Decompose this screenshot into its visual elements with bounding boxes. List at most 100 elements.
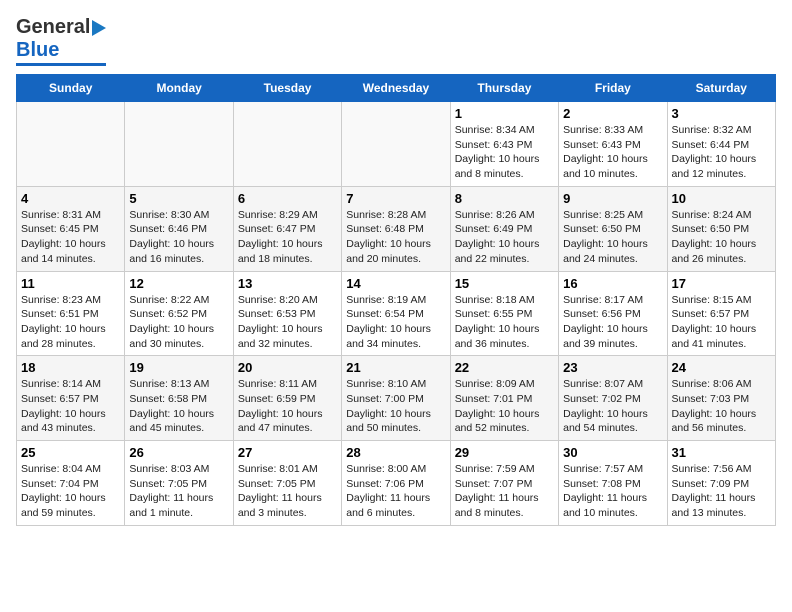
calendar-cell: 15Sunrise: 8:18 AM Sunset: 6:55 PM Dayli… [450,271,558,356]
calendar-week-1: 1 Sunrise: 8:34 AM Sunset: 6:43 PM Daylig… [17,102,776,187]
day-info: Sunrise: 8:00 AM Sunset: 7:06 PM Dayligh… [346,462,445,521]
calendar-cell: 5 Sunrise: 8:30 AM Sunset: 6:46 PM Daylig… [125,186,233,271]
day-info: Sunrise: 8:11 AM Sunset: 6:59 PM Dayligh… [238,377,337,436]
day-number: 8 [455,191,554,206]
day-number: 31 [672,445,771,460]
weekday-saturday: Saturday [667,75,775,102]
day-number: 1 [455,106,554,121]
day-info: Sunrise: 8:19 AM Sunset: 6:54 PM Dayligh… [346,293,445,352]
day-number: 12 [129,276,228,291]
day-number: 28 [346,445,445,460]
calendar-cell: 24Sunrise: 8:06 AM Sunset: 7:03 PM Dayli… [667,356,775,441]
day-info: Sunrise: 8:03 AM Sunset: 7:05 PM Dayligh… [129,462,228,521]
calendar-cell: 1 Sunrise: 8:34 AM Sunset: 6:43 PM Daylig… [450,102,558,187]
weekday-friday: Friday [559,75,667,102]
day-info: Sunrise: 8:34 AM Sunset: 6:43 PM Dayligh… [455,123,554,182]
day-number: 30 [563,445,662,460]
day-info: Sunrise: 8:33 AM Sunset: 6:43 PM Dayligh… [563,123,662,182]
calendar-cell: 17Sunrise: 8:15 AM Sunset: 6:57 PM Dayli… [667,271,775,356]
calendar-table: SundayMondayTuesdayWednesdayThursdayFrid… [16,74,776,526]
day-info: Sunrise: 8:20 AM Sunset: 6:53 PM Dayligh… [238,293,337,352]
calendar-cell: 20 Sunrise: 8:11 AM Sunset: 6:59 PM Dayli… [233,356,341,441]
day-info: Sunrise: 8:23 AM Sunset: 6:51 PM Dayligh… [21,293,120,352]
calendar-cell: 11 Sunrise: 8:23 AM Sunset: 6:51 PM Dayli… [17,271,125,356]
day-number: 4 [21,191,120,206]
day-number: 5 [129,191,228,206]
day-number: 19 [129,360,228,375]
day-number: 21 [346,360,445,375]
day-info: Sunrise: 8:29 AM Sunset: 6:47 PM Dayligh… [238,208,337,267]
day-number: 3 [672,106,771,121]
weekday-sunday: Sunday [17,75,125,102]
calendar-cell: 26 Sunrise: 8:03 AM Sunset: 7:05 PM Dayli… [125,441,233,526]
day-info: Sunrise: 8:26 AM Sunset: 6:49 PM Dayligh… [455,208,554,267]
calendar-cell [342,102,450,187]
day-info: Sunrise: 8:32 AM Sunset: 6:44 PM Dayligh… [672,123,771,182]
day-number: 16 [563,276,662,291]
logo-general: General [16,16,90,39]
calendar-cell [233,102,341,187]
calendar-cell: 31 Sunrise: 7:56 AM Sunset: 7:09 PM Dayli… [667,441,775,526]
day-number: 10 [672,191,771,206]
day-info: Sunrise: 8:01 AM Sunset: 7:05 PM Dayligh… [238,462,337,521]
calendar-cell: 3 Sunrise: 8:32 AM Sunset: 6:44 PM Daylig… [667,102,775,187]
calendar-week-3: 11 Sunrise: 8:23 AM Sunset: 6:51 PM Dayli… [17,271,776,356]
day-info: Sunrise: 8:31 AM Sunset: 6:45 PM Dayligh… [21,208,120,267]
day-number: 20 [238,360,337,375]
day-info: Sunrise: 8:25 AM Sunset: 6:50 PM Dayligh… [563,208,662,267]
calendar-cell: 12 Sunrise: 8:22 AM Sunset: 6:52 PM Dayli… [125,271,233,356]
calendar-cell: 8 Sunrise: 8:26 AM Sunset: 6:49 PM Daylig… [450,186,558,271]
day-info: Sunrise: 8:22 AM Sunset: 6:52 PM Dayligh… [129,293,228,352]
day-info: Sunrise: 8:14 AM Sunset: 6:57 PM Dayligh… [21,377,120,436]
calendar-cell: 23 Sunrise: 8:07 AM Sunset: 7:02 PM Dayli… [559,356,667,441]
day-info: Sunrise: 7:57 AM Sunset: 7:08 PM Dayligh… [563,462,662,521]
calendar-cell: 25 Sunrise: 8:04 AM Sunset: 7:04 PM Dayli… [17,441,125,526]
day-number: 18 [21,360,120,375]
calendar-cell: 4 Sunrise: 8:31 AM Sunset: 6:45 PM Daylig… [17,186,125,271]
weekday-header-row: SundayMondayTuesdayWednesdayThursdayFrid… [17,75,776,102]
weekday-monday: Monday [125,75,233,102]
day-number: 29 [455,445,554,460]
logo-blue: Blue [16,39,59,62]
day-number: 23 [563,360,662,375]
day-number: 2 [563,106,662,121]
calendar-week-4: 18 Sunrise: 8:14 AM Sunset: 6:57 PM Dayli… [17,356,776,441]
day-number: 15 [455,276,554,291]
calendar-cell: 30 Sunrise: 7:57 AM Sunset: 7:08 PM Dayli… [559,441,667,526]
calendar-cell: 7 Sunrise: 8:28 AM Sunset: 6:48 PM Daylig… [342,186,450,271]
calendar-cell: 19 Sunrise: 8:13 AM Sunset: 6:58 PM Dayli… [125,356,233,441]
calendar-cell: 28 Sunrise: 8:00 AM Sunset: 7:06 PM Dayli… [342,441,450,526]
day-number: 7 [346,191,445,206]
day-info: Sunrise: 8:04 AM Sunset: 7:04 PM Dayligh… [21,462,120,521]
weekday-thursday: Thursday [450,75,558,102]
day-info: Sunrise: 8:30 AM Sunset: 6:46 PM Dayligh… [129,208,228,267]
logo-arrow-icon [92,20,106,36]
calendar-cell: 18 Sunrise: 8:14 AM Sunset: 6:57 PM Dayli… [17,356,125,441]
day-number: 14 [346,276,445,291]
calendar-cell: 22 Sunrise: 8:09 AM Sunset: 7:01 PM Dayli… [450,356,558,441]
calendar-cell: 21Sunrise: 8:10 AM Sunset: 7:00 PM Dayli… [342,356,450,441]
day-info: Sunrise: 8:07 AM Sunset: 7:02 PM Dayligh… [563,377,662,436]
day-info: Sunrise: 8:06 AM Sunset: 7:03 PM Dayligh… [672,377,771,436]
day-number: 6 [238,191,337,206]
calendar-cell [125,102,233,187]
day-info: Sunrise: 8:09 AM Sunset: 7:01 PM Dayligh… [455,377,554,436]
day-info: Sunrise: 8:28 AM Sunset: 6:48 PM Dayligh… [346,208,445,267]
day-number: 25 [21,445,120,460]
calendar-cell: 16Sunrise: 8:17 AM Sunset: 6:56 PM Dayli… [559,271,667,356]
day-number: 22 [455,360,554,375]
calendar-cell: 13 Sunrise: 8:20 AM Sunset: 6:53 PM Dayli… [233,271,341,356]
day-info: Sunrise: 8:15 AM Sunset: 6:57 PM Dayligh… [672,293,771,352]
day-info: Sunrise: 8:13 AM Sunset: 6:58 PM Dayligh… [129,377,228,436]
day-info: Sunrise: 7:56 AM Sunset: 7:09 PM Dayligh… [672,462,771,521]
day-number: 13 [238,276,337,291]
day-number: 26 [129,445,228,460]
page-header: General Blue [16,16,776,66]
calendar-cell: 14 Sunrise: 8:19 AM Sunset: 6:54 PM Dayli… [342,271,450,356]
calendar-cell: 6 Sunrise: 8:29 AM Sunset: 6:47 PM Daylig… [233,186,341,271]
logo: General Blue [16,16,106,66]
day-number: 27 [238,445,337,460]
weekday-tuesday: Tuesday [233,75,341,102]
day-number: 11 [21,276,120,291]
calendar-week-5: 25 Sunrise: 8:04 AM Sunset: 7:04 PM Dayli… [17,441,776,526]
